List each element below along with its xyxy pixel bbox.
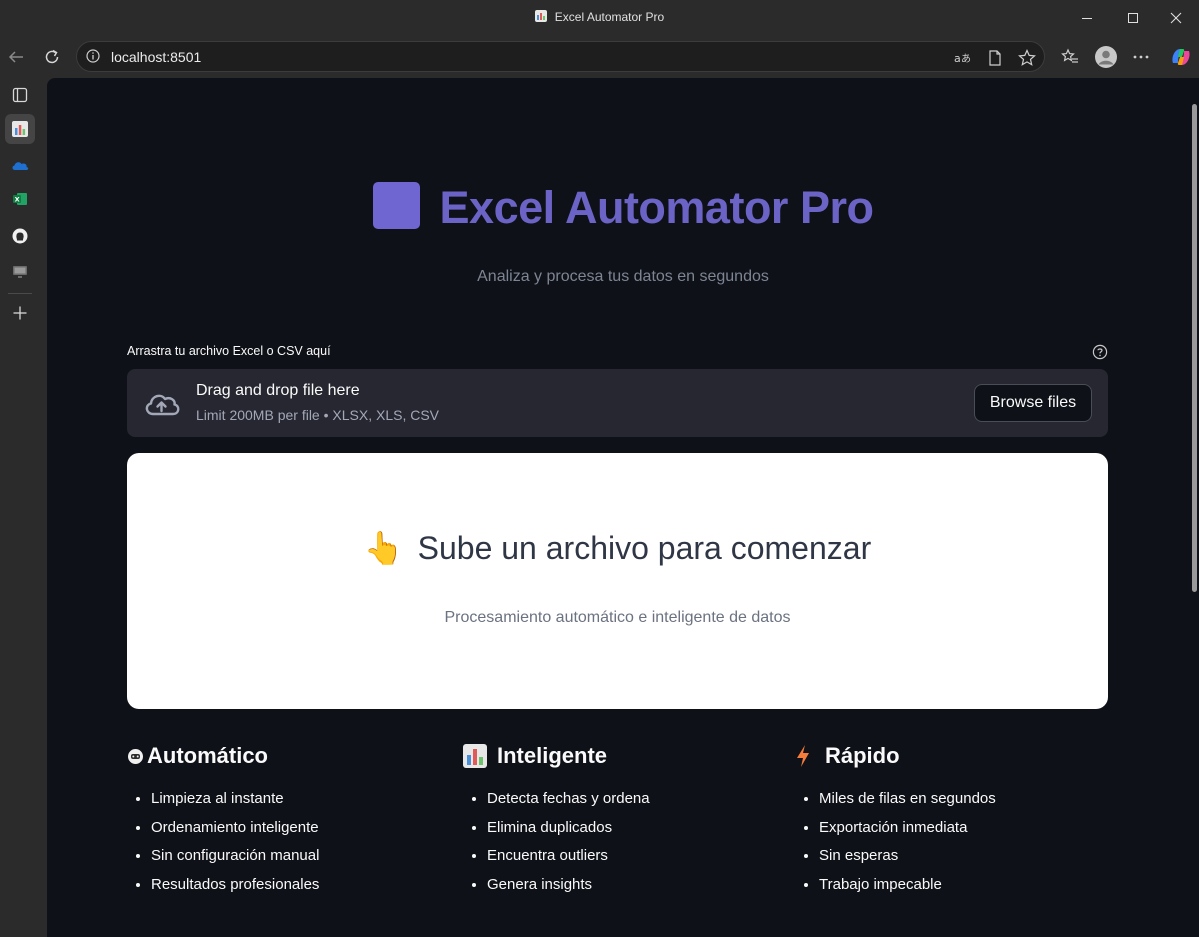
app-title: Excel Automator Pro (47, 182, 1199, 234)
reload-button[interactable] (38, 44, 66, 70)
feature-title-text: Inteligente (497, 743, 608, 768)
app-title-text: Excel Automator Pro (439, 182, 874, 233)
list-item: Trabajo impecable (819, 871, 1125, 900)
more-dots-icon (1133, 55, 1149, 59)
sidebar-item-app[interactable] (5, 114, 35, 144)
feature-list: Detecta fechas y ordena Elimina duplicad… (463, 785, 793, 900)
window-title: Excel Automator Pro (0, 10, 1199, 24)
browser-sidebar: X (0, 78, 40, 937)
svg-text:a: a (954, 52, 961, 65)
browse-files-button[interactable]: Browse files (974, 384, 1092, 422)
svg-text:X: X (15, 196, 20, 204)
back-arrow-icon (8, 51, 23, 63)
sidebar-panel-icon (12, 87, 28, 103)
copilot-icon (1172, 49, 1190, 65)
feature-title-text: Automático (147, 743, 268, 768)
svg-text:あ: あ (961, 53, 971, 65)
sidebar-item-excel[interactable]: X (5, 184, 35, 214)
uploader-label: Arrastra tu archivo Excel o CSV aquí (127, 344, 331, 358)
copilot-button[interactable] (1168, 44, 1194, 70)
list-item: Exportación inmediata (819, 814, 1125, 843)
dropzone-limit: Limit 200MB per file • XLSX, XLS, CSV (196, 407, 440, 423)
url-text[interactable]: localhost:8501 (111, 49, 201, 65)
minimize-button[interactable] (1064, 0, 1110, 36)
empty-state-title-text: Sube un archivo para comenzar (417, 530, 872, 566)
scrollbar-thumb[interactable] (1192, 104, 1197, 592)
pointing-hand-icon: 👆 (363, 530, 404, 566)
minimize-icon (1082, 18, 1092, 19)
file-dropzone[interactable]: Drag and drop file here Limit 200MB per … (127, 369, 1108, 437)
list-item: Sin configuración manual (151, 842, 457, 871)
close-window-button[interactable] (1153, 0, 1199, 36)
maximize-button[interactable] (1110, 0, 1156, 36)
excel-icon: X (13, 193, 27, 205)
feature-title: Inteligente (463, 741, 793, 771)
reload-icon (45, 49, 59, 64)
favorites-button[interactable] (1060, 47, 1080, 67)
robot-icon (127, 748, 144, 765)
profile-avatar[interactable] (1094, 45, 1118, 69)
empty-state-card: 👆 Sube un archivo para comenzar Procesami… (127, 453, 1108, 709)
feature-title-text: Rápido (825, 743, 900, 768)
page-scrollbar[interactable] (1189, 78, 1199, 937)
page-viewport: Excel Automator Pro Analiza y procesa tu… (47, 78, 1199, 937)
cloud-upload-icon (145, 394, 180, 416)
sidebar-add-button[interactable] (5, 298, 35, 328)
list-item: Limpieza al instante (151, 785, 457, 814)
github-icon (12, 228, 28, 244)
bar-chart-icon (463, 744, 487, 768)
feature-list: Miles de filas en segundos Exportación i… (795, 785, 1125, 900)
app-subtitle: Analiza y procesa tus datos en segundos (477, 268, 769, 285)
favorite-star-icon[interactable] (1017, 48, 1037, 68)
feature-automatico: Automático Limpieza al instante Ordenami… (127, 741, 457, 900)
sidebar-item-onedrive[interactable] (5, 150, 35, 180)
sidebar-item-remote[interactable] (5, 257, 35, 287)
maximize-icon (1128, 13, 1138, 23)
feature-list: Limpieza al instante Ordenamiento inteli… (127, 785, 457, 900)
dropzone-instructions: Drag and drop file here (196, 382, 360, 399)
feature-title: Automático (127, 741, 457, 771)
window-title-bar: Excel Automator Pro (0, 0, 1199, 36)
list-item: Genera insights (487, 871, 793, 900)
browser-toolbar: localhost:8501 aあ (0, 36, 1199, 78)
back-button[interactable] (2, 44, 30, 70)
close-icon (1170, 12, 1182, 24)
app-logo-icon (372, 182, 420, 229)
list-item: Encuentra outliers (487, 842, 793, 871)
profile-icon (1095, 46, 1117, 68)
help-icon[interactable] (1092, 344, 1108, 360)
list-item: Ordenamiento inteligente (151, 814, 457, 843)
onedrive-icon (12, 162, 29, 170)
translate-icon[interactable]: aあ (953, 48, 973, 68)
sidebar-divider (8, 293, 32, 294)
empty-state-title: 👆 Sube un archivo para comenzar (127, 529, 1108, 567)
list-item: Elimina duplicados (487, 814, 793, 843)
site-info-icon[interactable] (86, 49, 100, 63)
app-chart-icon (12, 121, 28, 137)
sidebar-item-github[interactable] (5, 221, 35, 251)
address-bar[interactable]: localhost:8501 aあ (76, 41, 1045, 72)
feature-rapido: Rápido Miles de filas en segundos Export… (795, 741, 1125, 900)
feature-inteligente: Inteligente Detecta fechas y ordena Elim… (463, 741, 793, 900)
remote-desktop-icon (13, 266, 27, 278)
more-menu-button[interactable] (1131, 47, 1151, 67)
lightning-icon (795, 744, 811, 768)
favorites-list-icon (1061, 48, 1078, 63)
window-title-text: Excel Automator Pro (554, 10, 665, 24)
list-item: Miles de filas en segundos (819, 785, 1125, 814)
app-favicon-icon (534, 10, 547, 22)
reader-view-icon[interactable] (985, 48, 1005, 68)
empty-state-subtitle: Procesamiento automático e inteligente d… (444, 609, 791, 626)
add-icon (13, 306, 27, 320)
sidebar-toggle-button[interactable] (5, 80, 35, 110)
feature-title: Rápido (795, 741, 1125, 771)
list-item: Resultados profesionales (151, 871, 457, 900)
list-item: Detecta fechas y ordena (487, 785, 793, 814)
list-item: Sin esperas (819, 842, 1125, 871)
